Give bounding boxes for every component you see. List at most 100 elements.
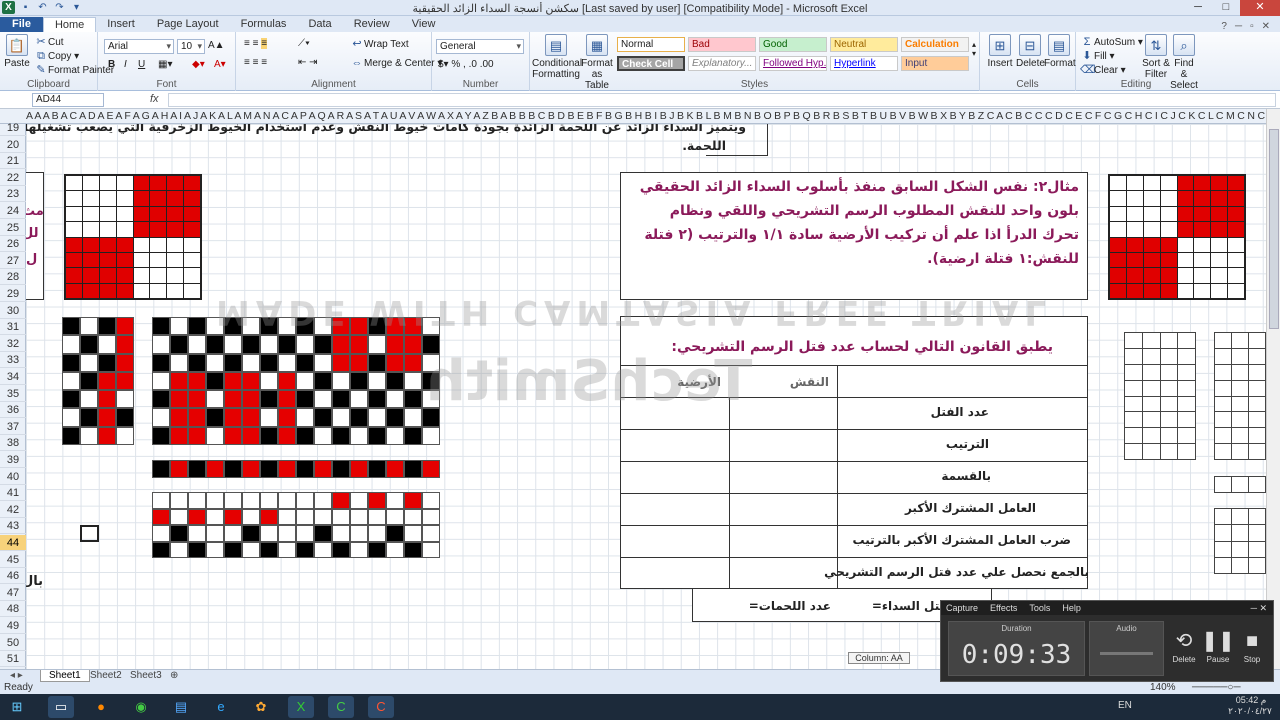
autosum-button[interactable]: Σ AutoSum ▾ [1080,36,1143,49]
tab-file[interactable]: File [0,17,43,32]
minimize-icon[interactable]: ─ [1184,0,1212,16]
font-color-icon[interactable]: A▾ [214,59,226,70]
row-header[interactable]: 50 [0,635,26,651]
fx-icon[interactable]: fx [150,93,159,105]
row-header[interactable]: 35 [0,386,26,402]
undo-icon[interactable]: ↶ [36,1,49,14]
row-header[interactable]: 27 [0,253,26,269]
row-header[interactable]: 39 [0,452,26,468]
row-header[interactable]: 33 [0,352,26,369]
scroll-thumb[interactable] [1269,129,1279,329]
row-header[interactable]: 21 [0,153,26,170]
row-header[interactable]: 20 [0,137,26,153]
row-header[interactable]: 34 [0,369,26,385]
recorder-menu-effects[interactable]: Effects [990,601,1017,615]
row-header[interactable]: 31 [0,319,26,336]
align-top-icon[interactable]: ≡ ≡ ≡ [244,38,268,49]
orientation-icon[interactable]: ⟋▾ [298,38,310,49]
ribbon-restore-icon[interactable]: ▫ [1250,21,1254,32]
name-box[interactable]: AD44 [32,93,104,107]
cut-button[interactable]: ✂ Cut [34,36,63,49]
zoom-slider[interactable]: ─────○─ [1192,682,1241,694]
recorder-stop-button[interactable]: ■ Stop [1235,629,1269,664]
recorder-close-icon[interactable]: ─ ✕ [1251,601,1273,615]
excel-logo-icon[interactable]: X [2,1,15,14]
ribbon-close-icon[interactable]: ✕ [1262,21,1270,32]
sheet-nav-icon[interactable]: ◂ ▸ [2,670,31,682]
conditional-formatting-button[interactable]: ▤ Conditional Formatting [532,34,582,80]
fill-color-icon[interactable]: ◆▾ [192,59,205,70]
app-icon[interactable]: ▤ [168,696,194,718]
row-header[interactable]: 28 [0,269,26,286]
row-header[interactable]: 19 [0,120,26,136]
language-indicator[interactable]: EN [1118,700,1132,711]
row-header[interactable]: 36 [0,402,26,419]
sort-filter-button[interactable]: ⇅ Sort & Filter [1142,34,1170,80]
style-bad[interactable]: Bad [688,37,756,52]
copy-button[interactable]: ⧉ Copy ▾ [34,50,79,63]
format-cells-button[interactable]: ▤ Format [1044,34,1076,69]
clear-button[interactable]: ⌫Clear ▾ [1080,64,1126,77]
firefox-icon[interactable]: ● [88,696,114,718]
row-header[interactable]: 47 [0,585,26,601]
recorder-menu-tools[interactable]: Tools [1029,601,1050,615]
row-header[interactable]: 41 [0,485,26,502]
row-header[interactable]: 49 [0,618,26,634]
redo-icon[interactable]: ↷ [53,1,66,14]
row-header[interactable]: 30 [0,303,26,319]
row-header[interactable]: 29 [0,286,26,302]
worksheet-grid[interactable]: ويتميز السداء الزائد عن اللحمة الزائدة ب… [26,124,1266,669]
style-input[interactable]: Input [901,56,969,71]
style-neutral[interactable]: Neutral [830,37,898,52]
chrome-icon[interactable]: ◉ [128,696,154,718]
row-header[interactable]: 22 [0,170,26,186]
active-cell-cursor[interactable] [80,525,99,542]
save-icon[interactable]: ▪ [19,1,32,14]
insert-cells-button[interactable]: ⊞ Insert [986,34,1014,69]
row-header[interactable]: 45 [0,552,26,568]
formula-input[interactable] [168,93,1276,107]
camtasia-taskbar-icon[interactable]: C [328,696,354,718]
tab-insert[interactable]: Insert [96,17,146,32]
row-header[interactable]: 24 [0,203,26,219]
row-header[interactable]: 51 [0,651,26,668]
row-header[interactable]: 48 [0,601,26,618]
fill-button[interactable]: ⬇ Fill ▾ [1080,50,1114,63]
recorder-menu-help[interactable]: Help [1062,601,1081,615]
audio-level-meter[interactable] [1100,652,1153,655]
new-sheet-icon[interactable]: ⊕ [162,670,186,682]
tab-data[interactable]: Data [297,17,342,32]
clock-date[interactable]: ٢٠٢٠/٠٤/٢٧ [1222,706,1278,717]
paste-button[interactable]: 📋 Paste [4,34,30,69]
merge-center-button[interactable]: ⇔ Merge & Center ▾ [350,57,443,70]
style-good[interactable]: Good [759,37,827,52]
row-header[interactable]: 23 [0,186,26,203]
recorder-pause-button[interactable]: ❚❚ Pause [1201,629,1235,664]
bold-button[interactable]: B [108,59,115,70]
underline-button[interactable]: U [138,59,145,70]
borders-icon[interactable]: ▦▾ [158,59,172,70]
tab-formulas[interactable]: Formulas [230,17,298,32]
row-header[interactable]: 37 [0,419,26,435]
recorder-menu-capture[interactable]: Capture [946,601,978,615]
excel-taskbar-icon[interactable]: X [288,696,314,718]
style-hyperlink[interactable]: Hyperlink [830,56,898,71]
row-header[interactable]: 32 [0,336,26,352]
number-format-select[interactable]: General [436,39,524,54]
tab-review[interactable]: Review [343,17,401,32]
column-headers[interactable]: A A A B A C A D A E A F A G A H A I A J … [0,109,1266,124]
style-explanatory[interactable]: Explanatory... [688,56,756,71]
grow-font-icon[interactable]: A▲ [208,40,225,51]
tab-page-layout[interactable]: Page Layout [146,17,230,32]
maximize-icon[interactable]: □ [1212,0,1240,16]
explorer-icon[interactable]: ▭ [48,696,74,718]
clock-time[interactable]: 05:42 م [1226,695,1276,706]
row-header[interactable]: 44 [0,535,26,551]
ie-icon[interactable]: e [208,696,234,718]
styles-more-icon[interactable]: ▴ ▾ [972,40,976,58]
help-icon[interactable]: ? [1221,21,1227,32]
style-followed-hyperlink[interactable]: Followed Hyp... [759,56,827,71]
customize-icon[interactable]: ▾ [70,1,83,14]
currency-icon[interactable]: $▾ % , .0 .00 [438,59,494,70]
app2-icon[interactable]: ✿ [248,696,274,718]
